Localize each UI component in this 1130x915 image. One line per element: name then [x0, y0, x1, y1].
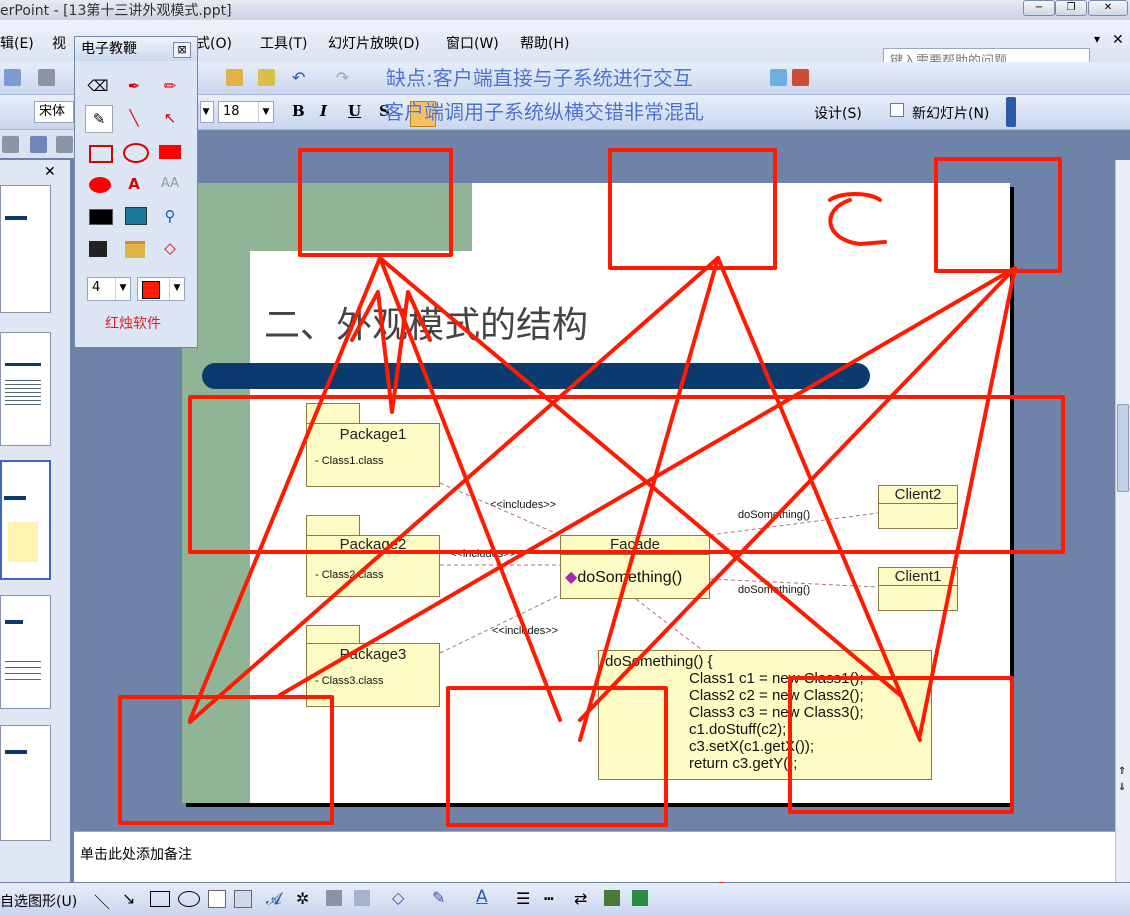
- vertical-scrollbar[interactable]: ⇑ ⇓: [1115, 160, 1130, 882]
- line-style-icon[interactable]: ☰: [516, 889, 530, 908]
- pen-color-select[interactable]: ▼: [137, 277, 185, 301]
- font-size-tool-icon[interactable]: AA: [157, 171, 183, 197]
- ellipse-icon[interactable]: [123, 143, 149, 163]
- notes-placeholder: 单击此处添加备注: [80, 847, 192, 863]
- magnifier-icon[interactable]: ⚲: [157, 203, 183, 229]
- line-icon[interactable]: ╲: [121, 105, 147, 131]
- filled-rectangle-icon[interactable]: [159, 145, 181, 159]
- open-folder-icon[interactable]: [125, 241, 145, 258]
- scroll-thumb[interactable]: [1117, 404, 1129, 492]
- handwritten-c: C: [834, 193, 835, 194]
- line-width-select[interactable]: 4 ▼: [87, 277, 131, 301]
- 3d-style-icon[interactable]: [632, 890, 648, 906]
- previous-slide-icon[interactable]: ⇑: [1118, 766, 1126, 777]
- screen-icon[interactable]: [125, 207, 147, 225]
- drawing-toolbar: 自选图形(U) ＼ ↘ 𝓐 ✲ ◇ ✎ A ☰ ┅ ⇄: [0, 883, 1130, 915]
- palette-brand: 红烛软件: [105, 316, 161, 332]
- fill-color-icon[interactable]: ◇: [392, 888, 404, 907]
- next-slide-icon[interactable]: ⇓: [1118, 782, 1126, 793]
- vertical-textbox-icon[interactable]: [234, 890, 252, 908]
- diagram-icon[interactable]: ✲: [296, 889, 309, 908]
- oval-tool-icon[interactable]: [178, 891, 200, 907]
- electronic-pointer-palette: 电子教鞭 ⊠ ⌫ ✒ ✏ ✎ ╲ ↖ A AA ⚲ ◇ 4 ▼ ▼ 红烛软件: [74, 36, 198, 348]
- text-tool-icon[interactable]: A: [121, 171, 147, 197]
- rectangle-icon[interactable]: [89, 145, 113, 163]
- eraser-icon[interactable]: ⌫: [85, 73, 111, 99]
- blackboard-icon[interactable]: [89, 209, 113, 225]
- chevron-down-icon: ▼: [115, 278, 130, 300]
- line-width-value: 4: [92, 280, 101, 295]
- textbox-tool-icon[interactable]: [208, 890, 226, 908]
- arrow-style-icon[interactable]: ⇄: [574, 889, 587, 908]
- pencil-icon[interactable]: ✎: [85, 105, 113, 133]
- wordart-icon[interactable]: 𝓐: [266, 889, 281, 909]
- notes-pane[interactable]: 单击此处添加备注: [74, 831, 1115, 882]
- dash-style-icon[interactable]: ┅: [544, 889, 554, 908]
- palette-close-button[interactable]: ⊠: [173, 42, 191, 58]
- pen-color-swatch: [142, 281, 160, 299]
- pen-icon[interactable]: ✒: [121, 73, 147, 99]
- highlighter-icon[interactable]: ✏: [157, 73, 183, 99]
- font-color-icon[interactable]: A: [476, 887, 488, 907]
- chevron-down-icon: ▼: [169, 278, 184, 300]
- save-icon[interactable]: [89, 241, 107, 257]
- arrow-icon[interactable]: ↖: [157, 105, 183, 131]
- rectangle-tool-icon[interactable]: [150, 891, 170, 907]
- autoshapes-menu[interactable]: 自选图形(U): [0, 891, 77, 911]
- filled-ellipse-icon[interactable]: [89, 177, 111, 193]
- line-color-icon[interactable]: ✎: [432, 888, 445, 907]
- shadow-style-icon[interactable]: [604, 890, 620, 906]
- arrow-tool-icon[interactable]: ↘: [122, 889, 135, 908]
- line-tool-icon[interactable]: ＼: [94, 889, 110, 913]
- clear-icon[interactable]: ◇: [157, 235, 183, 261]
- picture-icon[interactable]: [354, 890, 370, 906]
- clipart-icon[interactable]: [326, 890, 342, 906]
